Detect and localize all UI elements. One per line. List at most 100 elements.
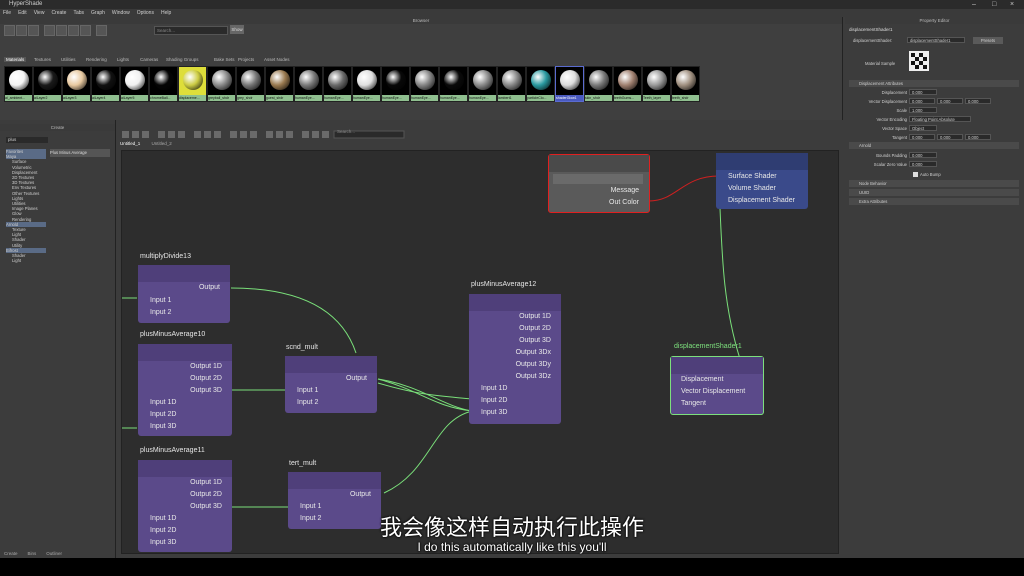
auto-bump-checkbox[interactable] [913,172,918,177]
material-preview-ball [212,70,232,90]
material-swatch[interactable]: humanEye... [381,66,410,102]
material-swatch[interactable]: ai_ambient... [4,66,33,102]
create-search-input[interactable]: plus [6,137,48,143]
material-swatch[interactable]: greyball_shdr [207,66,236,102]
attr-field[interactable]: 0.000 [909,152,937,158]
presets-button[interactable]: Presets [973,37,1003,44]
material-swatch[interactable]: guest_shdr [265,66,294,102]
attr-field[interactable]: 0.000 [909,161,937,167]
grid-view-icon[interactable] [4,25,15,36]
graph-search-input[interactable]: Search... [337,129,355,134]
material-swatch[interactable]: particleClo... [526,66,555,102]
multiplydivide13-node[interactable]: Output Input 1 Input 2 [138,265,230,323]
material-swatch[interactable]: grey_shdr [236,66,265,102]
tree-item[interactable]: Light [6,258,46,263]
section-arnold[interactable]: Arnold [849,142,1019,149]
attr-field[interactable]: 0.000 [909,134,935,140]
list-view-icon[interactable] [16,25,27,36]
attr-label: Scalar Zero Value [873,162,907,167]
attr-field[interactable]: 0.000 [965,98,991,104]
material-swatch[interactable]: teeth_shdr [671,66,700,102]
section-uuid[interactable]: UUID [849,189,1019,196]
menu-item[interactable]: Graph [91,10,105,16]
material-swatch[interactable]: Teeth_layer [642,66,671,102]
filter-icon[interactable] [44,25,55,36]
maximize-icon[interactable]: □ [992,0,996,9]
tab-shading-groups[interactable]: Shading Groups [166,57,199,62]
attr-field[interactable]: 0.000 [937,134,963,140]
tab-cameras[interactable]: Cameras [140,57,158,62]
material-swatch[interactable]: humanEye... [323,66,352,102]
material-swatch[interactable]: skin_shdr [584,66,613,102]
attr-field[interactable]: Object [909,125,937,131]
attr-field[interactable]: 0.000 [937,98,963,104]
shading-group-node[interactable]: Surface Shader Volume Shader Displacemen… [716,153,808,209]
section-displacement-attributes[interactable]: Displacement Attributes [849,80,1019,87]
tab-untitled-1[interactable]: Untitled_1 [120,141,140,146]
render-icon[interactable] [80,25,91,36]
menu-item[interactable]: Create [51,10,66,16]
menu-item[interactable]: Tabs [73,10,84,16]
material-swatch[interactable]: humanEye... [352,66,381,102]
close-icon[interactable]: × [1010,0,1014,9]
attr-field[interactable]: 1.000 [909,107,937,113]
material-swatch[interactable]: aiLayer3 [62,66,91,102]
lock-icon[interactable] [96,25,107,36]
material-swatch[interactable]: lambert1 [497,66,526,102]
material-swatch[interactable]: humanEye... [468,66,497,102]
show-button[interactable]: Show [230,25,244,34]
tab-lights[interactable]: Lights [117,57,129,62]
unnamed-node[interactable]: Message Out Color [548,154,650,213]
tab-asset-nodes[interactable]: Asset Nodes [264,57,290,62]
tab-untitled-2[interactable]: Untitled_2 [152,141,172,146]
node-title: scnd_mult [286,344,318,351]
scnd-mult-node[interactable]: Output Input 1 Input 2 [285,356,377,413]
material-swatch[interactable]: humanEye... [294,66,323,102]
menu-item[interactable]: View [34,10,45,16]
create-result-item[interactable]: Plus Minus Average [50,149,110,157]
attr-field[interactable]: 0.000 [965,134,991,140]
node-graph-canvas[interactable]: Message Out Color Surface Shader Volume … [121,150,839,554]
tab-materials[interactable]: Materials [4,57,27,62]
material-swatch[interactable]: humanEye... [439,66,468,102]
property-tab[interactable]: displacementShader1 [849,27,893,32]
menu-item[interactable]: Edit [18,10,27,16]
material-swatch[interactable]: aiLayer2 [33,66,62,102]
displacementshader1-node[interactable]: Displacement Vector Displacement Tangent [670,356,764,415]
swatch-size-icon[interactable] [68,25,79,36]
plusminusaverage10-node[interactable]: Output 1D Output 2D Output 3D Input 1D I… [138,344,232,436]
tab-rendering[interactable]: Rendering [86,57,107,62]
attr-field[interactable]: Floating Point Absolute [909,116,971,122]
material-swatch[interactable]: displaceme... [178,66,207,102]
material-swatch[interactable]: shaderGlow1 [555,66,584,102]
port-output-3dz: Output 3Dz [515,373,551,380]
menu-item[interactable]: Options [137,10,154,16]
material-swatch[interactable]: aiLayer4 [91,66,120,102]
browser-search-input[interactable]: Search... [154,26,228,35]
plusminusaverage12-node[interactable]: Output 1D Output 2D Output 3D Output 3Dx… [469,294,561,424]
section-node-behavior[interactable]: Node Behavior [849,180,1019,187]
material-swatch[interactable]: humanEye... [410,66,439,102]
material-swatch[interactable]: chromeBall... [149,66,178,102]
menu-item[interactable]: Help [161,10,171,16]
tab-textures[interactable]: Textures [34,57,51,62]
sort-icon[interactable] [56,25,67,36]
attr-field[interactable]: 0.000 [909,89,937,95]
node-header [138,265,230,282]
material-label: shaderGlow1 [556,95,583,101]
minimize-icon[interactable]: – [972,0,976,9]
material-preview-ball [531,70,551,90]
attr-field[interactable]: 0.000 [909,98,935,104]
node-name-field[interactable]: displacementShader1 [907,37,965,43]
material-swatch[interactable]: aiLayer5 [120,66,149,102]
tab-utilities[interactable]: Utilities [61,57,76,62]
node-header [549,155,649,172]
tab-bake-sets[interactable]: Bake Sets [214,57,235,62]
menu-item[interactable]: Window [112,10,130,16]
subtitle-chinese: 我会像这样自动执行此操作 [379,516,644,541]
tab-projects[interactable]: Projects [238,57,254,62]
section-extra-attributes[interactable]: Extra Attributes [849,198,1019,205]
menu-item[interactable]: File [3,10,11,16]
import-icon[interactable] [28,25,39,36]
material-swatch[interactable]: teethGums... [613,66,642,102]
